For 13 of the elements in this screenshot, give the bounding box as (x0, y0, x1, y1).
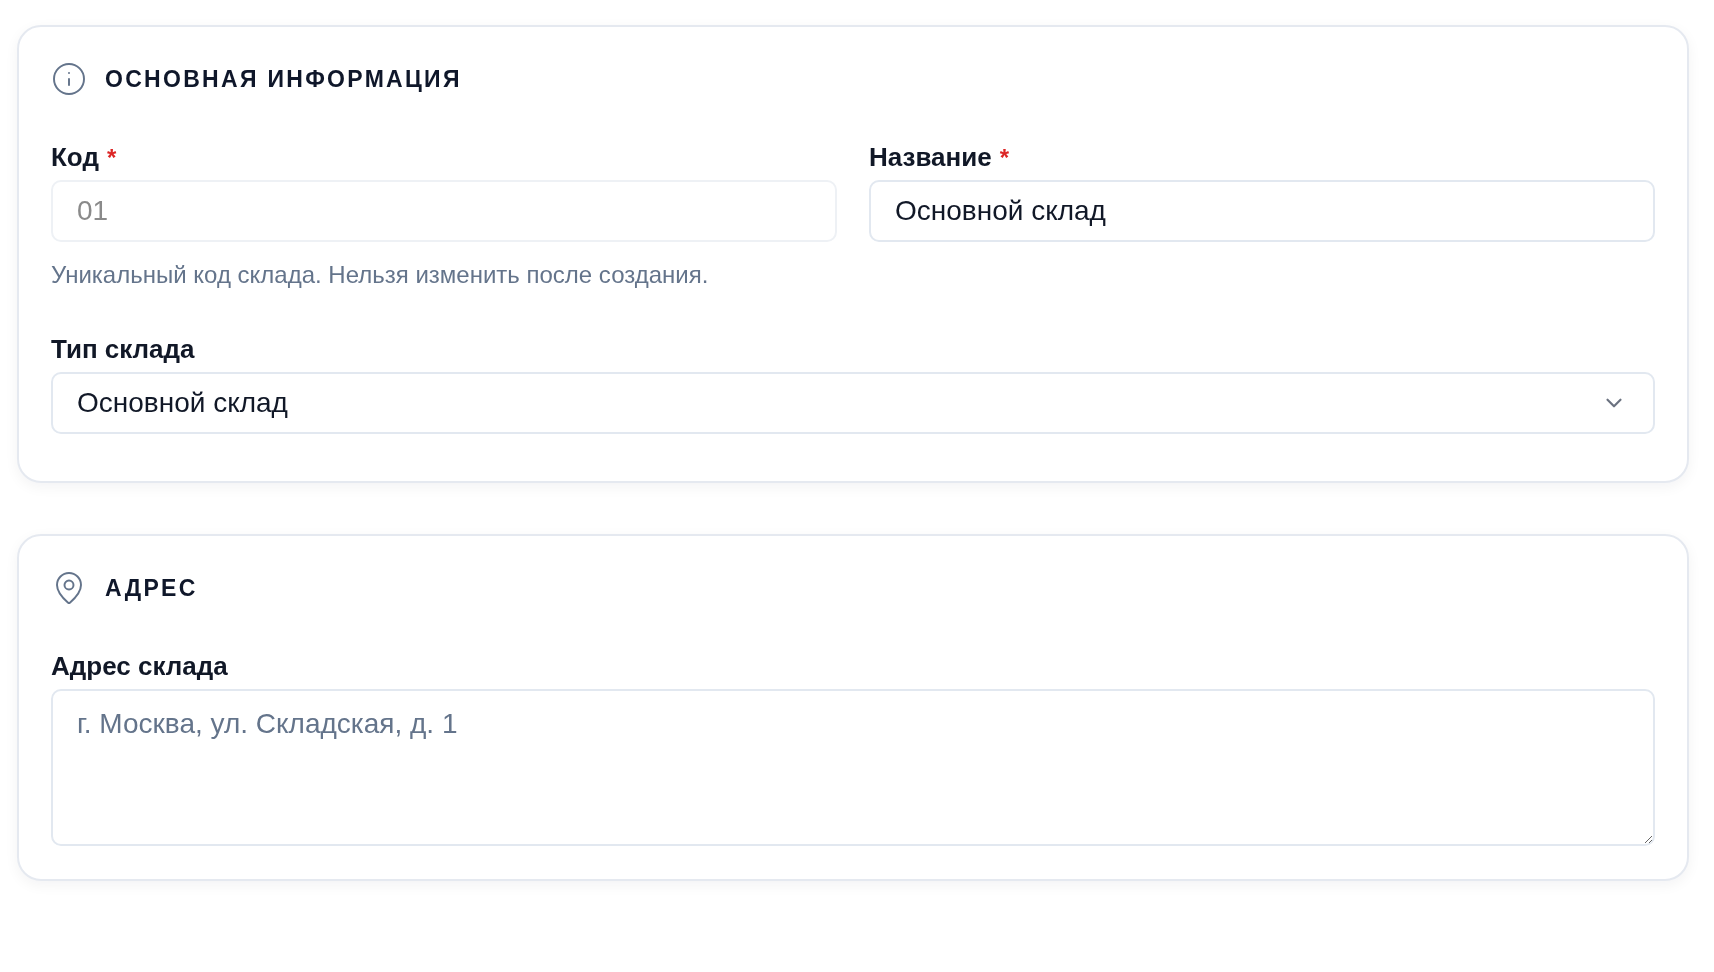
info-icon (51, 61, 87, 97)
field-label: Название (869, 141, 992, 174)
hint-text: Уникальный код склада. Нельзя изменить после создания. (51, 260, 710, 290)
section-title: ОСНОВНАЯ ИНФОРМАЦИЯ (105, 64, 462, 94)
section-title: АДРЕС (105, 573, 198, 603)
input-field[interactable]: Основной склад (869, 180, 1655, 242)
field-label: Адрес склада (51, 650, 228, 683)
field-label: Код (51, 141, 99, 174)
select-field[interactable]: Основной склад (51, 372, 1655, 434)
field-label: Тип склада (51, 333, 195, 366)
required-mark: * (999, 143, 1010, 173)
required-mark: * (106, 143, 117, 173)
address-field[interactable]: г. Москва, ул. Складская, д. 1 (51, 689, 1655, 846)
